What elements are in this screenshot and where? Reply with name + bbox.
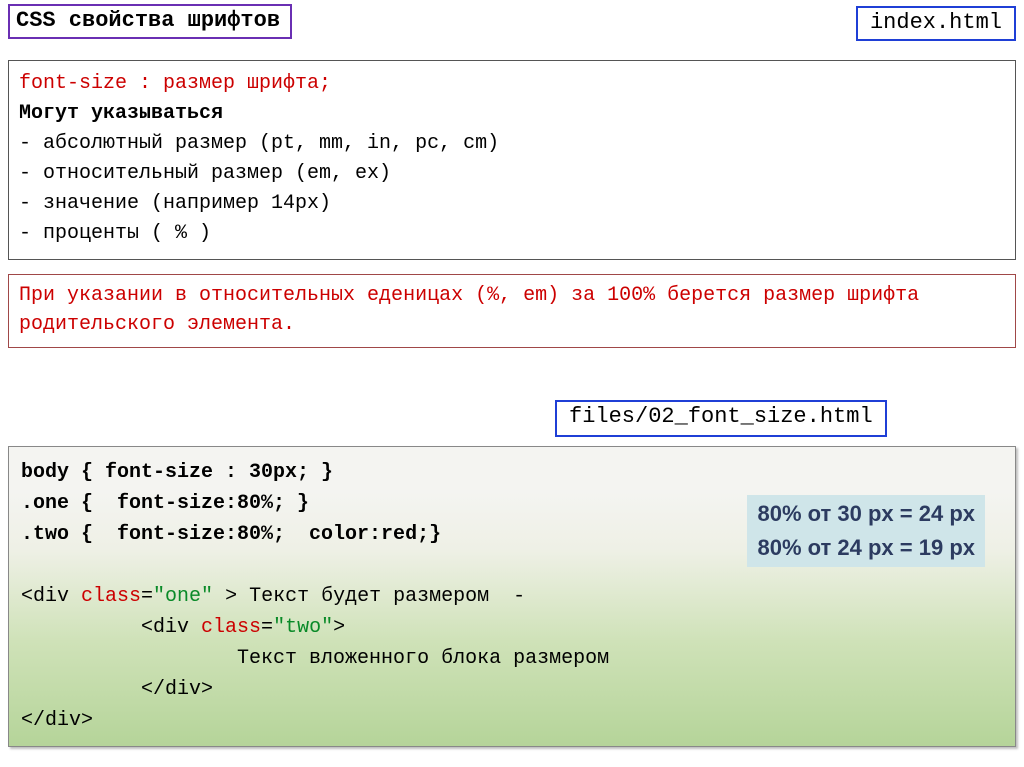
eq-1: =: [141, 585, 153, 608]
example-file-text: files/02_font_size.html: [569, 404, 873, 429]
css-one: .one { font-size:80%; }: [21, 492, 309, 515]
page: CSS свойства шрифтов index.html font-siz…: [0, 0, 1024, 767]
calc-text-1: 80% от 30 px = 24 px: [757, 501, 975, 526]
index-file-label: index.html: [856, 6, 1016, 41]
index-file-text: index.html: [870, 10, 1002, 35]
may-specify-line: Могут указываться: [19, 102, 223, 125]
bullet-value: - значение (например 14px): [19, 189, 1005, 219]
calc-line-2: 80% от 24 px = 19 px: [747, 529, 985, 567]
font-size-property-line: font-size : размер шрифта;: [19, 72, 331, 95]
html-inner-indent: <div: [21, 616, 201, 639]
relative-units-note-text: При указании в относительных еденицах (%…: [19, 284, 919, 336]
class-value-two: "two": [273, 616, 333, 639]
relative-units-note-box: При указании в относительных еденицах (%…: [8, 274, 1016, 348]
inner-text: Текст вложенного блока размером: [21, 647, 609, 670]
code-example-box: 80% от 30 px = 24 px 80% от 24 px = 19 p…: [8, 446, 1016, 747]
css-two: .two { font-size:80%; color:red;}: [21, 523, 441, 546]
calc-line-1: 80% от 30 px = 24 px: [747, 495, 985, 533]
page-title: CSS свойства шрифтов: [8, 4, 292, 39]
html-open-div-tail: > Текст будет размером -: [213, 585, 525, 608]
inner-close-bracket: >: [333, 616, 345, 639]
class-value-one: "one": [153, 585, 213, 608]
html-open-div: <div: [21, 585, 81, 608]
title-text: CSS свойства шрифтов: [16, 8, 280, 33]
bullet-percent: - проценты ( % ): [19, 219, 1005, 249]
bullet-absolute: - абсолютный размер (pt, mm, in, pc, cm): [19, 129, 1005, 159]
class-keyword-1: class: [81, 585, 141, 608]
calc-text-2: 80% от 24 px = 19 px: [757, 535, 975, 560]
eq-2: =: [261, 616, 273, 639]
class-keyword-2: class: [201, 616, 261, 639]
bullet-relative: - относительный размер (em, ex): [19, 159, 1005, 189]
css-body: body { font-size : 30px; }: [21, 461, 333, 484]
close-outer-div: </div>: [21, 709, 93, 732]
font-size-description-box: font-size : размер шрифта; Могут указыва…: [8, 60, 1016, 260]
close-inner-div: </div>: [21, 678, 213, 701]
example-file-label: files/02_font_size.html: [555, 400, 887, 437]
